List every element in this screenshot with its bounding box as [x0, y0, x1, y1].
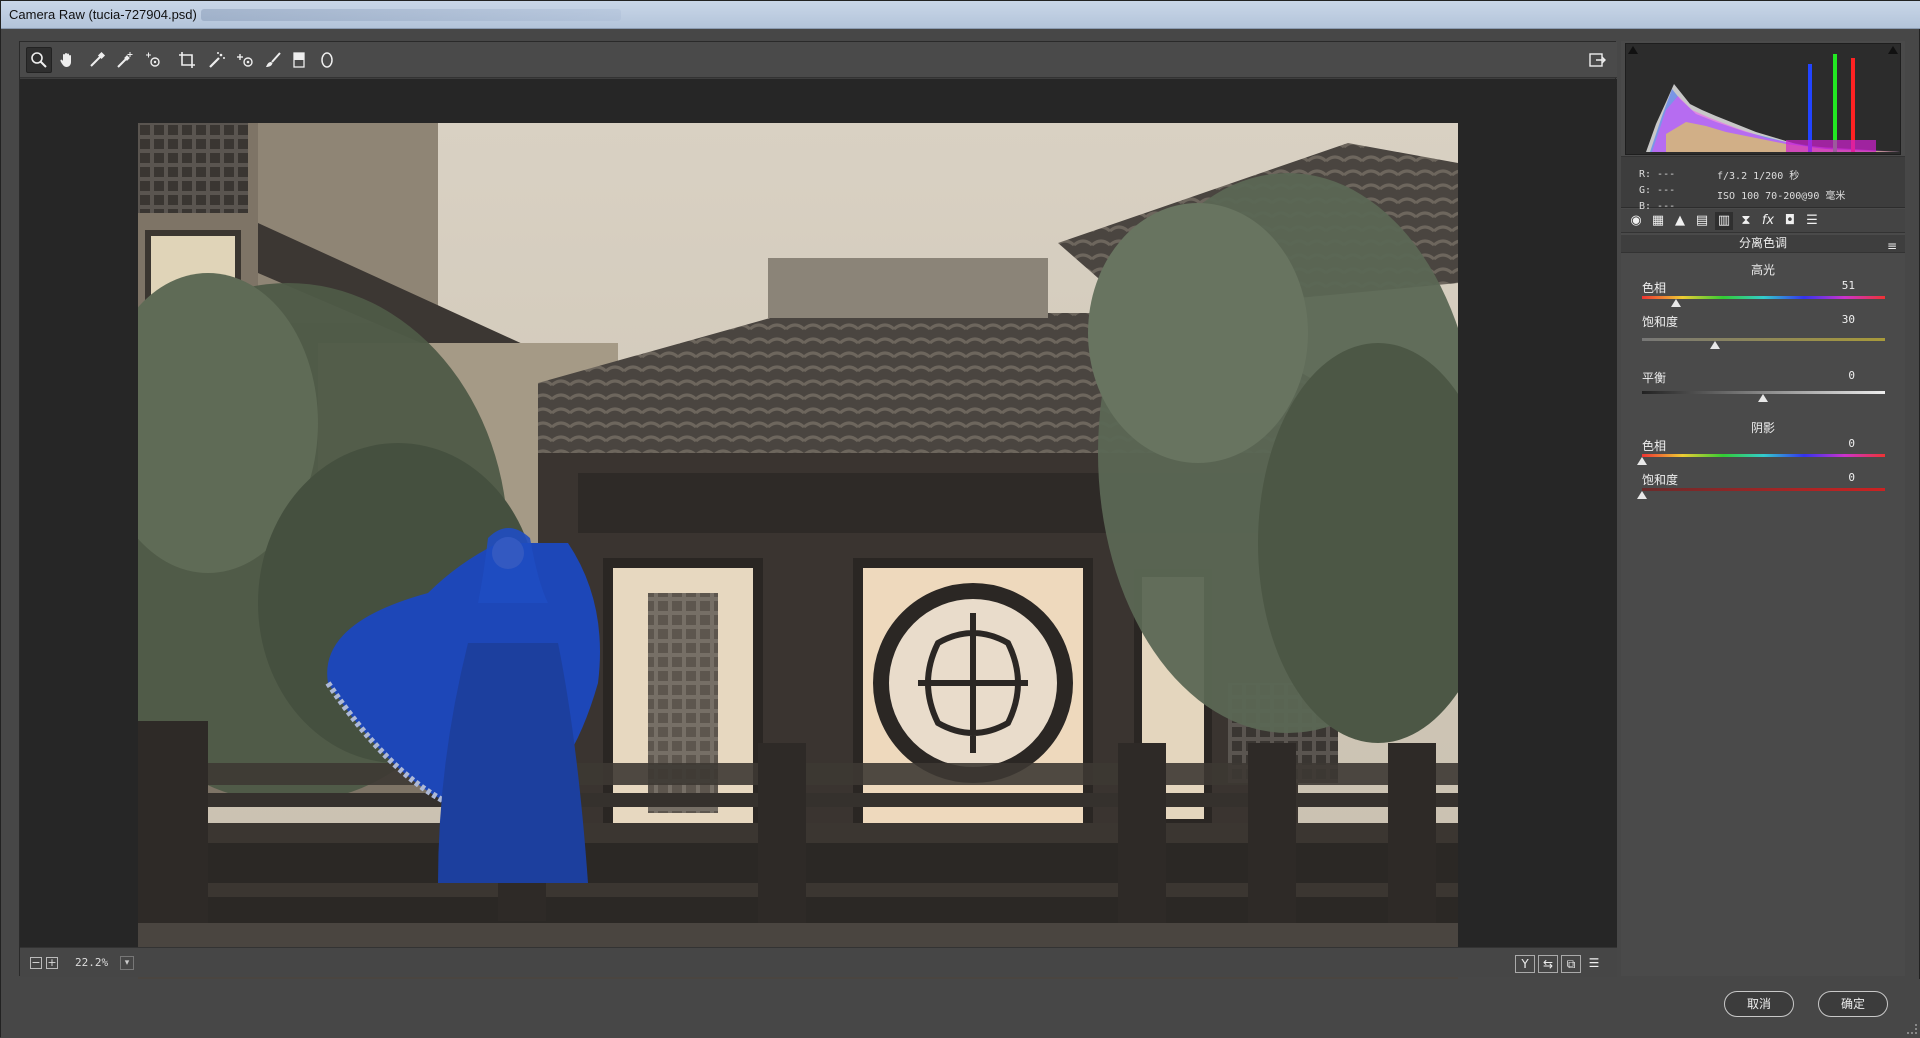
shadow-clipping-icon[interactable]: [1628, 46, 1638, 54]
open-in-photoshop-icon[interactable]: [1584, 47, 1610, 73]
radial-filter-tool-icon[interactable]: [314, 47, 340, 73]
histogram-graph: [1646, 54, 1900, 152]
shadow-hue-track[interactable]: [1642, 454, 1885, 457]
balance-label: 平衡: [1642, 371, 1667, 385]
rgb-readout: R: --- G: --- B: ---: [1639, 167, 1675, 215]
highlight-hue-label: 色相: [1642, 281, 1667, 295]
shadow-saturation-track[interactable]: [1642, 488, 1885, 491]
camera-readout: R: --- G: --- B: --- f/3.2 1/200 秒 ISO 1…: [1621, 156, 1905, 212]
shadow-hue-slider[interactable]: 色相 0: [1637, 437, 1885, 467]
red-eye-tool-icon[interactable]: [232, 47, 258, 73]
highlight-saturation-label: 饱和度: [1642, 315, 1679, 329]
hsl-tab-icon[interactable]: ▤: [1693, 212, 1711, 230]
panel-tabs: ◉ ▦ ▲ ▤ ▥ ⧗ fx ◘ ☰: [1621, 209, 1905, 233]
histogram: [1625, 43, 1901, 155]
ok-button[interactable]: 确定: [1818, 991, 1888, 1017]
highlight-saturation-slider[interactable]: 饱和度 30: [1642, 313, 1885, 349]
camera-calibration-tab-icon[interactable]: ◘: [1781, 212, 1799, 230]
iso-lens: ISO 100 70-200@90 毫米: [1717, 191, 1846, 202]
zoom-dropdown[interactable]: ▾: [120, 956, 134, 970]
balance-value[interactable]: 0: [1848, 369, 1855, 382]
highlight-hue-thumb[interactable]: [1671, 299, 1681, 307]
exif-readout: f/3.2 1/200 秒 ISO 100 70-200@90 毫米: [1717, 167, 1845, 207]
shadow-hue-value[interactable]: 0: [1848, 437, 1855, 450]
targeted-adjustment-tool-icon[interactable]: [140, 47, 166, 73]
highlights-heading: 高光: [1750, 263, 1775, 277]
highlight-clipping-icon[interactable]: [1888, 46, 1898, 54]
split-toning-title: 分离色调: [1738, 236, 1787, 250]
balance-thumb[interactable]: [1758, 394, 1768, 402]
shadow-saturation-label: 饱和度: [1642, 473, 1679, 487]
panel-menu-icon[interactable]: ≡: [1887, 238, 1897, 253]
preview-preferences-button[interactable]: ☰: [1584, 955, 1604, 973]
panel-title: 分离色调 ≡: [1621, 235, 1905, 253]
photo-preview[interactable]: [138, 123, 1458, 979]
window-title: Camera Raw (tucia-727904.psd): [9, 7, 197, 22]
copy-settings-button[interactable]: ⧉: [1561, 955, 1581, 973]
highlight-saturation-track[interactable]: [1642, 338, 1885, 341]
r-value: R: ---: [1639, 169, 1676, 180]
shadow-saturation-thumb[interactable]: [1637, 491, 1647, 499]
tone-curve-tab-icon[interactable]: ▦: [1649, 212, 1667, 230]
highlight-hue-value[interactable]: 51: [1842, 279, 1855, 292]
basic-tab-icon[interactable]: ◉: [1627, 212, 1645, 230]
spot-removal-tool-icon[interactable]: [204, 47, 230, 73]
highlight-saturation-thumb[interactable]: [1710, 341, 1720, 349]
split-toning-tab-icon[interactable]: ▥: [1715, 212, 1733, 230]
zoom-in-button[interactable]: +: [46, 957, 58, 969]
shadow-saturation-slider[interactable]: 饱和度 0: [1637, 471, 1885, 501]
effects-tab-icon[interactable]: fx: [1759, 212, 1777, 230]
right-panel: R: --- G: --- B: --- f/3.2 1/200 秒 ISO 1…: [1621, 41, 1905, 976]
title-bar-decoration: [201, 9, 621, 21]
photo-image: [138, 123, 1458, 979]
hand-tool-icon[interactable]: [54, 47, 80, 73]
shadows-heading: 阴影: [1750, 421, 1775, 435]
shadow-hue-label: 色相: [1642, 439, 1667, 453]
shadow-hue-thumb[interactable]: [1637, 457, 1647, 465]
detail-tab-icon[interactable]: ▲: [1671, 212, 1689, 230]
view-mode-button[interactable]: Y: [1515, 955, 1535, 973]
g-value: G: ---: [1639, 185, 1676, 196]
highlight-hue-slider[interactable]: 色相 51: [1642, 279, 1885, 309]
title-bar: Camera Raw (tucia-727904.psd): [1, 1, 1920, 29]
preview-area: − + 22.2% ▾ Y ⇆ ⧉ ☰: [19, 41, 1617, 979]
image-canvas[interactable]: [20, 79, 1617, 979]
tool-bar: [20, 42, 1617, 78]
cancel-button[interactable]: 取消: [1724, 991, 1794, 1017]
dialog-footer: 取消 确定: [1, 979, 1920, 1038]
zoom-out-button[interactable]: −: [30, 957, 42, 969]
zoom-tool-icon[interactable]: [26, 47, 52, 73]
aperture-shutter: f/3.2 1/200 秒: [1717, 171, 1800, 182]
zoom-level: 22.2%: [75, 956, 109, 969]
lens-corrections-tab-icon[interactable]: ⧗: [1737, 212, 1755, 230]
swap-settings-button[interactable]: ⇆: [1538, 955, 1558, 973]
camera-raw-window: Camera Raw (tucia-727904.psd) − + 22.2% …: [0, 0, 1920, 1038]
shadow-saturation-value[interactable]: 0: [1848, 471, 1855, 484]
balance-slider[interactable]: 平衡 0: [1642, 369, 1885, 402]
highlight-saturation-value[interactable]: 30: [1842, 313, 1855, 326]
crop-tool-icon[interactable]: [174, 47, 200, 73]
graduated-filter-tool-icon[interactable]: [286, 47, 312, 73]
color-sampler-tool-icon[interactable]: [112, 47, 138, 73]
status-bar: − + 22.2% ▾ Y ⇆ ⧉ ☰: [20, 947, 1617, 977]
presets-tab-icon[interactable]: ☰: [1803, 212, 1821, 230]
white-balance-tool-icon[interactable]: [84, 47, 110, 73]
adjustment-brush-tool-icon[interactable]: [260, 47, 286, 73]
resize-grip-icon[interactable]: [1907, 1024, 1917, 1034]
